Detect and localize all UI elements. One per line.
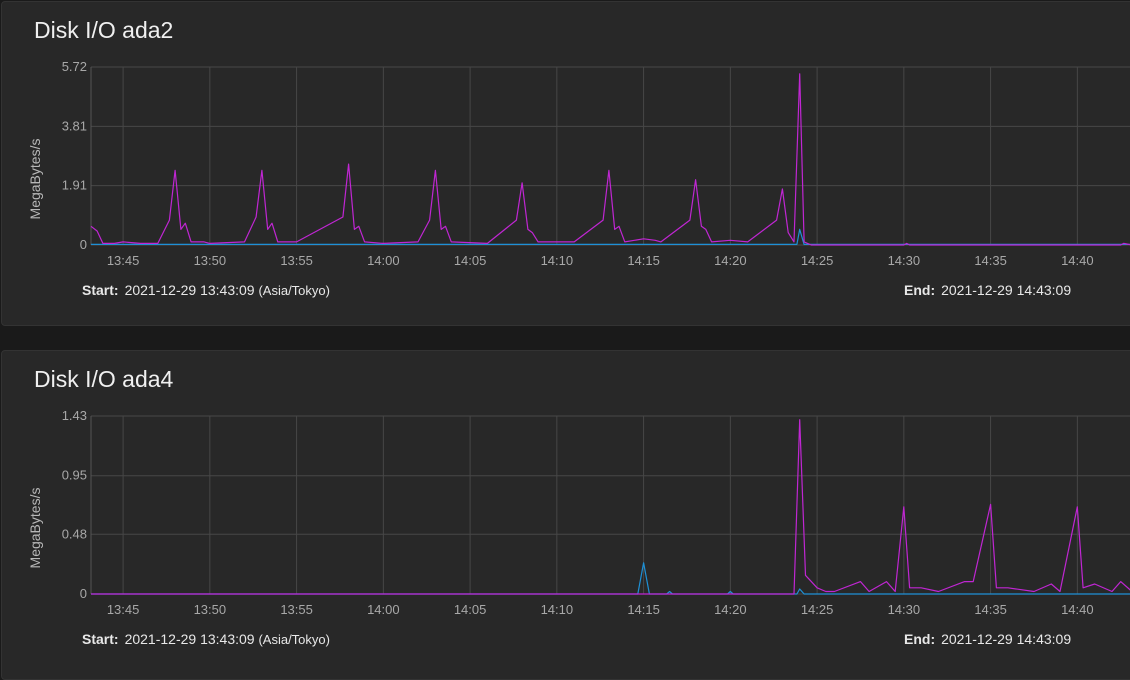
x-tick-label: 14:40 — [1061, 602, 1094, 617]
x-tick-label: 14:05 — [454, 253, 487, 268]
x-tick-label: 14:30 — [888, 602, 921, 617]
x-tick-label: 13:50 — [194, 253, 227, 268]
y-tick-label: 3.81 — [62, 118, 87, 133]
series-line — [90, 73, 1130, 246]
x-tick-label: 14:35 — [974, 602, 1007, 617]
timezone-label: (Asia/Tokyo) — [258, 283, 330, 298]
disk-io-ada2-card: Disk I/O ada2 MegaBytes/s 0 1.91 3.81 5.72 1… — [1, 1, 1130, 326]
y-tick-label: 5.72 — [62, 59, 87, 74]
timezone-label: (Asia/Tokyo) — [258, 632, 330, 647]
y-tick-label: 0 — [80, 237, 87, 252]
series-line — [91, 419, 1130, 595]
x-tick-label: 14:35 — [974, 253, 1007, 268]
x-tick-label: 14:00 — [367, 602, 400, 617]
x-tick-label: 14:20 — [714, 253, 747, 268]
start-time: Start: 2021-12-29 13:43:09 (Asia/Tokyo) — [82, 282, 330, 298]
end-value: 2021-12-29 14:43:09 — [941, 282, 1072, 298]
end-value: 2021-12-29 14:43:09 — [941, 631, 1072, 647]
x-tick-label: 13:55 — [280, 602, 313, 617]
x-tick-label: 14:30 — [888, 253, 921, 268]
end-time: End: 2021-12-29 14:43:09 — [904, 631, 1071, 647]
start-time: Start: 2021-12-29 13:43:09 (Asia/Tokyo) — [82, 631, 330, 647]
y-tick-label: 0 — [80, 586, 87, 601]
x-tick-label: 13:45 — [107, 602, 140, 617]
disk-io-ada4-card: Disk I/O ada4 MegaBytes/s 0 0.48 0.95 1.43 1… — [1, 350, 1130, 680]
start-value: 2021-12-29 13:43:09 — [124, 631, 255, 647]
x-tick-label: 14:15 — [627, 602, 660, 617]
x-tick-label: 14:05 — [454, 602, 487, 617]
x-tick-label: 14:15 — [627, 253, 660, 268]
end-time: End: 2021-12-29 14:43:09 — [904, 282, 1071, 298]
x-tick-label: 14:10 — [541, 602, 574, 617]
line-chart-ada4: 0 0.48 0.95 1.43 13:45 13:50 13:55 14:00 14:05 14… — [62, 408, 1130, 617]
x-tick-label: 13:55 — [280, 253, 313, 268]
x-tick-label: 14:10 — [541, 253, 574, 268]
x-tick-label: 14:25 — [801, 602, 834, 617]
x-tick-label: 14:20 — [714, 602, 747, 617]
start-label: Start: — [82, 631, 119, 647]
line-chart-ada2: 0 1.91 3.81 5.72 13:45 13:50 13:55 14:00 14:05 14… — [62, 59, 1130, 268]
x-tick-label: 14:00 — [367, 253, 400, 268]
start-label: Start: — [82, 282, 119, 298]
x-tick-label: 14:25 — [801, 253, 834, 268]
x-tick-label: 13:45 — [107, 253, 140, 268]
x-tick-label: 13:50 — [194, 602, 227, 617]
y-tick-label: 0.48 — [62, 526, 87, 541]
y-tick-label: 1.43 — [62, 408, 87, 423]
end-label: End: — [904, 631, 936, 647]
end-label: End: — [904, 282, 936, 298]
x-tick-label: 14:40 — [1061, 253, 1094, 268]
y-tick-label: 1.91 — [62, 178, 87, 193]
start-value: 2021-12-29 13:43:09 — [124, 282, 255, 298]
y-tick-label: 0.95 — [62, 468, 87, 483]
